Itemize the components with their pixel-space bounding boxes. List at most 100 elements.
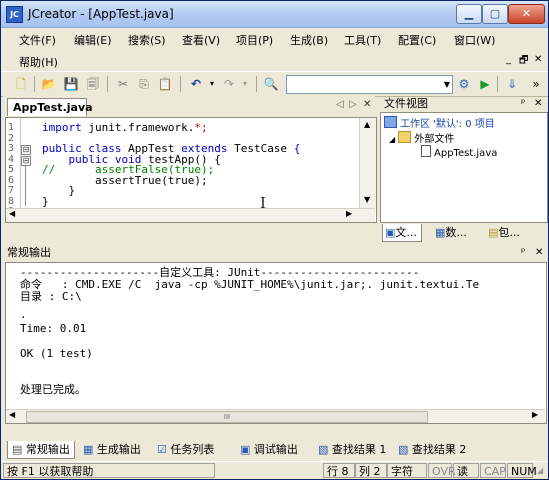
- tab-apptest-java[interactable]: AppTest.java: [7, 98, 93, 116]
- mdi-close-button[interactable]: ✕: [534, 54, 542, 65]
- output-title: 常规输出: [7, 246, 51, 259]
- paste-icon[interactable]: 📋: [157, 76, 173, 92]
- pin-icon[interactable]: ᵖ: [521, 96, 525, 112]
- close-tab-icon[interactable]: ✕: [363, 99, 371, 110]
- application-window: JC JCreator - [AppTest.java] ▁ ▢ ✕ 文件(F)…: [0, 0, 549, 480]
- scroll-right-icon[interactable]: ▶: [532, 410, 538, 419]
- status-bar: 按 F1 以获取帮助 行 8 列 2 字符 2 OVR 读取 CAP NUM ◢: [1, 461, 548, 479]
- prev-tab-icon[interactable]: ◁: [336, 99, 344, 110]
- cut-icon[interactable]: ✂: [115, 76, 131, 92]
- status-num: NUM: [507, 463, 537, 478]
- scroll-up-icon[interactable]: ▲: [364, 120, 370, 129]
- undo-dropdown-icon[interactable]: ▾: [204, 76, 220, 92]
- mdi-minimize-button[interactable]: _: [506, 54, 511, 65]
- menu-project[interactable]: 项目(P): [236, 32, 273, 48]
- menu-view[interactable]: 查看(V): [182, 32, 220, 48]
- tab-task-list[interactable]: ☑ 任务列表: [157, 441, 214, 458]
- open-folder-icon[interactable]: 📂: [41, 76, 57, 92]
- output-line: 处理已完成。: [20, 383, 86, 396]
- file-view-header: 文件视图 ᵖ ✕: [380, 96, 547, 112]
- scroll-left-icon[interactable]: ◀: [9, 209, 15, 218]
- tab-packages[interactable]: ▤包...: [488, 224, 520, 241]
- fold-toggle-icon[interactable]: ⊟: [21, 156, 31, 166]
- code-text: ;: [200, 121, 208, 134]
- task-icon: ☑: [157, 443, 171, 456]
- output-line: 目录 : C:\: [20, 290, 82, 303]
- scroll-right-icon[interactable]: ▶: [346, 209, 352, 218]
- tab-general-output[interactable]: ▤ 常规输出: [7, 441, 75, 459]
- code-editor[interactable]: 1 2 3 4 5 6 7 8 9 ⊟ ⊟ import junit.frame…: [5, 117, 377, 223]
- close-pane-icon[interactable]: ✕: [534, 96, 542, 112]
- tab-find-results-1[interactable]: ▧ 查找结果 1: [318, 441, 386, 458]
- toolbar-combo[interactable]: ▼: [286, 75, 453, 94]
- close-button[interactable]: ✕: [508, 4, 545, 24]
- menu-bar: 文件(F) 编辑(E) 搜索(S) 查看(V) 项目(P) 生成(B) 工具(T…: [1, 28, 548, 70]
- copy-icon[interactable]: ⎘: [136, 76, 152, 92]
- pin-icon[interactable]: ᵖ: [521, 245, 525, 261]
- mdi-restore-button[interactable]: 🗗: [519, 53, 528, 70]
- find-results-icon: ▧: [398, 443, 412, 456]
- status-ovr: OVR: [428, 463, 456, 478]
- save-icon[interactable]: 💾: [63, 76, 79, 92]
- folder-icon: [398, 131, 412, 143]
- tab-find-results-2[interactable]: ▧ 查找结果 2: [398, 441, 466, 458]
- redo-dropdown-icon[interactable]: ▾: [237, 76, 253, 92]
- redo-icon[interactable]: ↷: [221, 76, 237, 92]
- code-text: junit.framework.: [81, 121, 195, 134]
- tab-debug-output[interactable]: ▣ 调试输出: [240, 441, 298, 458]
- toolbar-overflow-icon[interactable]: »: [528, 76, 544, 92]
- menu-edit[interactable]: 编辑(E): [74, 32, 112, 48]
- output-header: 常规输出 ᵖ ✕: [3, 245, 546, 261]
- scroll-thumb[interactable]: III: [26, 411, 428, 423]
- expand-icon[interactable]: ◢: [389, 135, 395, 144]
- tree-file-apptest[interactable]: AppTest.java: [421, 145, 497, 159]
- fold-guide: [25, 166, 26, 206]
- tree-external-folder[interactable]: ◢ 外部文件: [389, 130, 454, 145]
- tab-packages-label: 包...: [498, 226, 520, 239]
- tab-label: 任务列表: [170, 443, 215, 456]
- menu-configure[interactable]: 配置(C): [398, 32, 436, 48]
- scroll-down-icon[interactable]: ▼: [364, 195, 370, 204]
- editor-horizontal-scrollbar[interactable]: ◀ ▶: [6, 208, 375, 222]
- find-icon[interactable]: 🔍: [263, 76, 279, 92]
- next-icon[interactable]: ⇓: [504, 76, 520, 92]
- tab-data[interactable]: ▦数...: [435, 224, 467, 241]
- close-pane-icon[interactable]: ✕: [535, 245, 543, 261]
- tab-label: 常规输出: [25, 443, 70, 456]
- output-horizontal-scrollbar[interactable]: ◀ III ▶: [6, 409, 545, 423]
- output-panel[interactable]: ---------------------自定义工具: JUnit-------…: [5, 262, 547, 424]
- new-file-icon[interactable]: 🗋: [13, 76, 29, 92]
- chevron-down-icon[interactable]: ▼: [444, 76, 450, 93]
- code-text: TestCase: [227, 142, 294, 155]
- toolbar-separator: [180, 76, 181, 92]
- files-icon: ▣: [385, 226, 396, 239]
- tab-build-output[interactable]: ▦ 生成输出: [83, 441, 141, 458]
- menu-search[interactable]: 搜索(S): [128, 32, 166, 48]
- maximize-button[interactable]: ▢: [482, 4, 508, 24]
- tree-workspace[interactable]: 工作区 '默认': 0 项目: [384, 115, 495, 130]
- tab-files[interactable]: ▣文...: [382, 224, 422, 242]
- fold-toggle-icon[interactable]: ⊟: [21, 145, 31, 155]
- output-line: .: [20, 308, 27, 321]
- scroll-left-icon[interactable]: ◀: [9, 410, 15, 419]
- menu-file[interactable]: 文件(F): [19, 32, 56, 48]
- main-toolbar: 🗋 📂 💾 🗐 ✂ ⎘ 📋 ↶ ▾ ↷ ▾ 🔍 ▼ ⚙ ▶ ⇓ »: [1, 71, 548, 97]
- menu-help[interactable]: 帮助(H): [19, 54, 58, 70]
- file-label: AppTest.java: [434, 148, 498, 159]
- compile-icon[interactable]: ⚙: [456, 76, 472, 92]
- run-icon[interactable]: ▶: [477, 76, 493, 92]
- build-icon: ▦: [83, 443, 97, 456]
- workspace-label: 工作区 '默认': 0 项目: [400, 119, 495, 130]
- jcreator-app-icon[interactable]: JC: [6, 6, 23, 23]
- next-tab-icon[interactable]: ▷: [349, 99, 357, 110]
- menu-build[interactable]: 生成(B): [290, 32, 328, 48]
- minimize-button[interactable]: ▁: [456, 4, 482, 24]
- undo-icon[interactable]: ↶: [188, 76, 204, 92]
- menu-window[interactable]: 窗口(W): [454, 32, 495, 48]
- save-all-icon[interactable]: 🗐: [85, 76, 101, 92]
- line-number: 7: [8, 185, 15, 196]
- resize-grip-icon[interactable]: ◢: [537, 466, 543, 475]
- editor-vertical-scrollbar[interactable]: ▲ ▼: [359, 118, 376, 208]
- menu-tools[interactable]: 工具(T): [344, 32, 381, 48]
- tab-label: 调试输出: [253, 443, 298, 456]
